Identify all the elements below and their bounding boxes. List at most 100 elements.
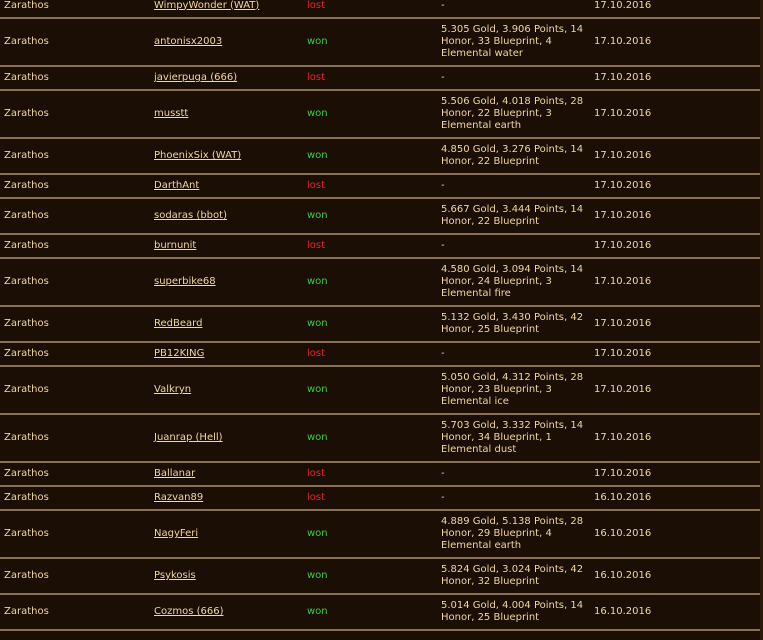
opponent-link[interactable]: Razvan89 (154, 492, 203, 503)
opponent-cell: javierpuga (666) (150, 66, 303, 91)
opponent-cell: antonisx2003 (150, 18, 303, 67)
result-status: lost (303, 486, 437, 511)
loot-summary: 5.703 Gold, 3.332 Points, 14 Honor, 34 B… (437, 414, 590, 463)
result-status: won (303, 558, 437, 595)
fight-date: 17.10.2016 (590, 342, 763, 367)
result-status: lost (303, 174, 437, 199)
fight-log-table: Zarathos WimpyWonder (WAT) lost -17.10.2016… (0, 0, 763, 631)
attacker-name: Zarathos (0, 198, 150, 235)
opponent-cell: musstt (150, 90, 303, 139)
fight-date: 17.10.2016 (590, 66, 763, 91)
opponent-link[interactable]: NagyFeri (154, 528, 198, 539)
fight-date: 16.10.2016 (590, 510, 763, 559)
loot-summary: - (437, 174, 590, 199)
opponent-cell: RedBeard (150, 306, 303, 343)
fight-log-row: Zarathos Juanrap (Hell) won 5.703 Gold, 3.3… (0, 414, 763, 463)
opponent-link[interactable]: PB12KING (154, 348, 204, 359)
loot-summary: 5.050 Gold, 4.312 Points, 28 Honor, 23 B… (437, 366, 590, 415)
loot-summary: 4.889 Gold, 5.138 Points, 28 Honor, 29 B… (437, 510, 590, 559)
fight-log-row: Zarathos superbike68 won 4.580 Gold, 3.094 … (0, 258, 763, 307)
opponent-cell: Razvan89 (150, 486, 303, 511)
loot-summary: 4.580 Gold, 3.094 Points, 14 Honor, 24 B… (437, 258, 590, 307)
attacker-name: Zarathos (0, 342, 150, 367)
result-status: won (303, 414, 437, 463)
fight-log-row: Zarathos burnunit lost -17.10.2016 (0, 234, 763, 259)
fight-date: 17.10.2016 (590, 306, 763, 343)
opponent-cell: NagyFeri (150, 510, 303, 559)
result-status: won (303, 198, 437, 235)
attacker-name: Zarathos (0, 90, 150, 139)
opponent-link[interactable]: javierpuga (666) (154, 72, 237, 83)
opponent-cell: superbike68 (150, 258, 303, 307)
opponent-link[interactable]: DarthAnt (154, 180, 199, 191)
fight-log-row: Zarathos DarthAnt lost -17.10.2016 (0, 174, 763, 199)
fight-log-row: Zarathos Valkryn won 5.050 Gold, 4.312 Poin… (0, 366, 763, 415)
attacker-name: Zarathos (0, 414, 150, 463)
opponent-cell: Juanrap (Hell) (150, 414, 303, 463)
loot-summary: - (437, 462, 590, 487)
attacker-name: Zarathos (0, 594, 150, 631)
loot-summary: 5.305 Gold, 3.906 Points, 14 Honor, 33 B… (437, 18, 590, 67)
result-status: lost (303, 234, 437, 259)
result-status: won (303, 510, 437, 559)
fight-log-body: Zarathos WimpyWonder (WAT) lost -17.10.2016… (0, 0, 763, 631)
opponent-cell: Psykosis (150, 558, 303, 595)
fight-date: 17.10.2016 (590, 414, 763, 463)
opponent-link[interactable]: superbike68 (154, 276, 216, 287)
opponent-cell: Valkryn (150, 366, 303, 415)
opponent-link[interactable]: Juanrap (Hell) (154, 432, 223, 443)
opponent-link[interactable]: PhoenixSix (WAT) (154, 150, 241, 161)
fight-date: 17.10.2016 (590, 18, 763, 67)
fight-log-row: Zarathos musstt won 5.506 Gold, 4.018 Point… (0, 90, 763, 139)
attacker-name: Zarathos (0, 462, 150, 487)
opponent-link[interactable]: sodaras (bbot) (154, 210, 227, 221)
result-status: won (303, 18, 437, 67)
loot-summary: 5.014 Gold, 4.004 Points, 14 Honor, 25 B… (437, 594, 590, 631)
result-status: won (303, 594, 437, 631)
fight-date: 17.10.2016 (590, 90, 763, 139)
attacker-name: Zarathos (0, 486, 150, 511)
loot-summary: - (437, 66, 590, 91)
fight-log-row: Zarathos javierpuga (666) lost -17.10.2016 (0, 66, 763, 91)
attacker-name: Zarathos (0, 18, 150, 67)
attacker-name: Zarathos (0, 0, 150, 19)
attacker-name: Zarathos (0, 234, 150, 259)
opponent-link[interactable]: musstt (154, 108, 188, 119)
fight-date: 16.10.2016 (590, 594, 763, 631)
opponent-cell: burnunit (150, 234, 303, 259)
loot-summary: 5.667 Gold, 3.444 Points, 14 Honor, 22 B… (437, 198, 590, 235)
result-status: lost (303, 0, 437, 19)
opponent-link[interactable]: antonisx2003 (154, 36, 222, 47)
result-status: won (303, 366, 437, 415)
loot-summary: - (437, 486, 590, 511)
result-status: won (303, 138, 437, 175)
fight-log-row: Zarathos NagyFeri won 4.889 Gold, 5.138 Poi… (0, 510, 763, 559)
opponent-link[interactable]: RedBeard (154, 318, 202, 329)
fight-date: 17.10.2016 (590, 258, 763, 307)
opponent-link[interactable]: Ballanar (154, 468, 195, 479)
fight-log-row: Zarathos Cozmos (666) won 5.014 Gold, 4.004… (0, 594, 763, 631)
fight-date: 17.10.2016 (590, 234, 763, 259)
fight-date: 17.10.2016 (590, 462, 763, 487)
fight-date: 16.10.2016 (590, 558, 763, 595)
fight-log-row: Zarathos Ballanar lost -17.10.2016 (0, 462, 763, 487)
fight-log-row: Zarathos Psykosis won 5.824 Gold, 3.024 Poi… (0, 558, 763, 595)
fight-date: 17.10.2016 (590, 198, 763, 235)
loot-summary: 5.506 Gold, 4.018 Points, 28 Honor, 22 B… (437, 90, 590, 139)
fight-date: 17.10.2016 (590, 0, 763, 19)
opponent-link[interactable]: Valkryn (154, 384, 191, 395)
opponent-link[interactable]: Psykosis (154, 570, 196, 581)
fight-date: 17.10.2016 (590, 174, 763, 199)
opponent-link[interactable]: WimpyWonder (WAT) (154, 0, 259, 11)
fight-date: 16.10.2016 (590, 486, 763, 511)
result-status: lost (303, 342, 437, 367)
loot-summary: 5.824 Gold, 3.024 Points, 42 Honor, 32 B… (437, 558, 590, 595)
loot-summary: 5.132 Gold, 3.430 Points, 42 Honor, 25 B… (437, 306, 590, 343)
result-status: won (303, 90, 437, 139)
attacker-name: Zarathos (0, 174, 150, 199)
opponent-link[interactable]: burnunit (154, 240, 196, 251)
opponent-cell: PB12KING (150, 342, 303, 367)
attacker-name: Zarathos (0, 306, 150, 343)
fight-log-row: Zarathos WimpyWonder (WAT) lost -17.10.2016 (0, 0, 763, 19)
opponent-link[interactable]: Cozmos (666) (154, 606, 224, 617)
